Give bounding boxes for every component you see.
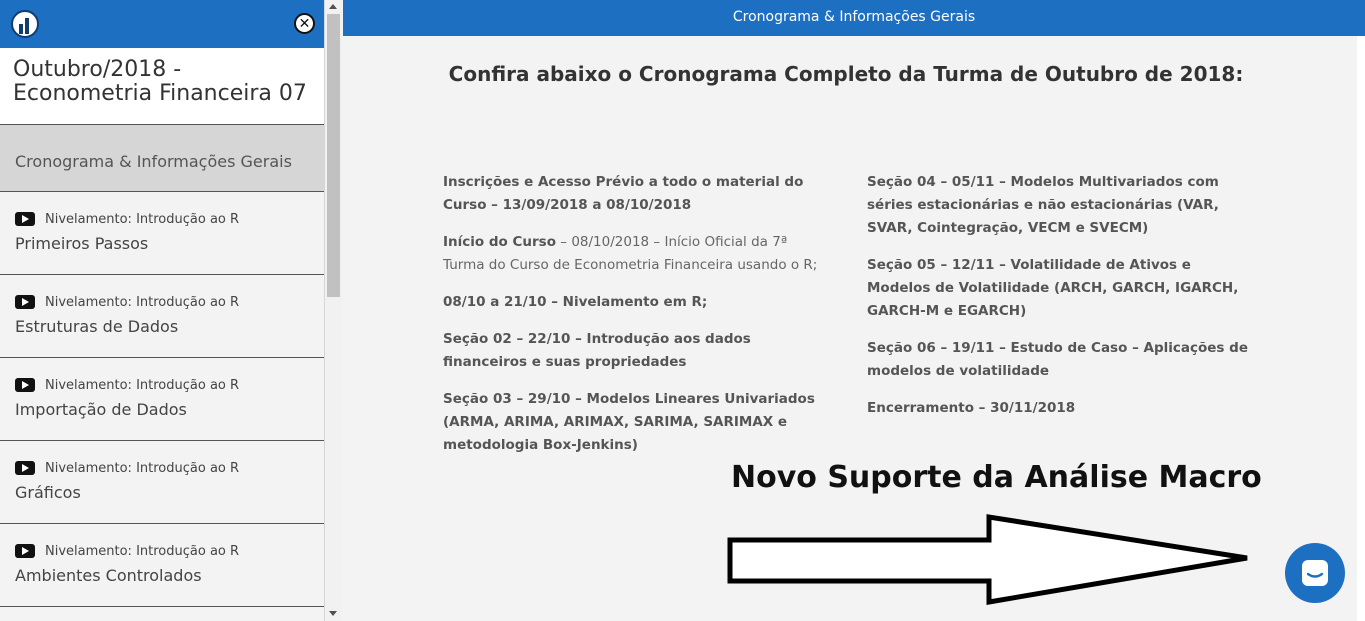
right-edge — [1357, 36, 1365, 621]
lesson-subtitle: Nivelamento: Introdução ao R — [45, 294, 240, 310]
sidebar-scrollbar[interactable] — [325, 0, 342, 621]
logo-icon — [11, 10, 39, 38]
video-icon — [15, 212, 35, 226]
schedule-item: 08/10 a 21/10 – Nivelamento em R; — [443, 294, 708, 310]
lesson-subtitle: Nivelamento: Introdução ao R — [45, 211, 240, 227]
schedule-right-column: Seção 04 – 05/11 – Modelos Multivariados… — [867, 171, 1252, 434]
schedule-heading: Confira abaixo o Cronograma Completo da … — [448, 62, 1244, 86]
sidebar-header: ✕ — [0, 0, 324, 48]
course-title-line1: Outubro/2018 - — [13, 57, 182, 82]
lesson-title: Gráficos — [15, 483, 81, 502]
sidebar-item-lesson[interactable]: Nivelamento: Introdução ao R Importação … — [0, 358, 324, 441]
lesson-title: Ambientes Controlados — [15, 566, 202, 585]
chat-icon — [1302, 560, 1328, 586]
course-title-line2: Econometria Financeira 07 — [13, 81, 307, 106]
scroll-thumb[interactable] — [327, 14, 340, 297]
schedule-left-column: Inscrições e Acesso Prévio a todo o mate… — [443, 171, 821, 471]
lesson-title: Importação de Dados — [15, 400, 187, 419]
sidebar-item-lesson[interactable]: Nivelamento: Introdução ao R Primeiros P… — [0, 192, 324, 275]
main-content: Cronograma & Informações Gerais Confira … — [343, 0, 1365, 621]
video-icon — [15, 378, 35, 392]
video-icon — [15, 295, 35, 309]
course-title: Outubro/2018 - Econometria Financeira 07 — [0, 48, 324, 125]
support-promo-text: Novo Suporte da Análise Macro — [731, 460, 1262, 495]
scroll-down-arrow-icon[interactable] — [329, 611, 337, 616]
schedule-item: Seção 02 – 22/10 – Introdução aos dados … — [443, 331, 751, 370]
video-icon — [15, 461, 35, 475]
schedule-item: Encerramento – 30/11/2018 — [867, 400, 1076, 416]
sidebar-item-cronograma[interactable]: Cronograma & Informações Gerais — [0, 125, 324, 192]
schedule-item: Seção 05 – 12/11 – Volatilidade de Ativo… — [867, 257, 1239, 319]
chat-support-button[interactable] — [1285, 543, 1345, 603]
lesson-subtitle: Nivelamento: Introdução ao R — [45, 377, 240, 393]
close-icon[interactable]: ✕ — [294, 13, 315, 34]
lesson-title: Estruturas de Dados — [15, 317, 179, 336]
sidebar-item-lesson[interactable]: Nivelamento: Introdução ao R Gráficos — [0, 441, 324, 524]
sidebar-item-lesson[interactable]: Nivelamento: Introdução ao R Ambientes C… — [0, 524, 324, 607]
sidebar: ✕ Outubro/2018 - Econometria Financeira … — [0, 0, 325, 621]
schedule-item: Seção 03 – 29/10 – Modelos Lineares Univ… — [443, 391, 815, 453]
schedule-item: Seção 04 – 05/11 – Modelos Multivariados… — [867, 174, 1219, 236]
video-icon — [15, 544, 35, 558]
arrow-right-icon — [727, 514, 1248, 605]
page-title-bar: Cronograma & Informações Gerais — [343, 0, 1365, 36]
lesson-subtitle: Nivelamento: Introdução ao R — [45, 460, 240, 476]
sidebar-item-lesson[interactable]: Nivelamento: Introdução ao R Estruturas … — [0, 275, 324, 358]
schedule-item: Início do Curso – 08/10/2018 – Início Of… — [443, 234, 818, 273]
scroll-up-arrow-icon[interactable] — [329, 4, 337, 9]
schedule-item: Inscrições e Acesso Prévio a todo o mate… — [443, 174, 804, 213]
lesson-subtitle: Nivelamento: Introdução ao R — [45, 543, 240, 559]
lesson-title: Primeiros Passos — [15, 234, 149, 253]
schedule-item: Seção 06 – 19/11 – Estudo de Caso – Apli… — [867, 340, 1248, 379]
